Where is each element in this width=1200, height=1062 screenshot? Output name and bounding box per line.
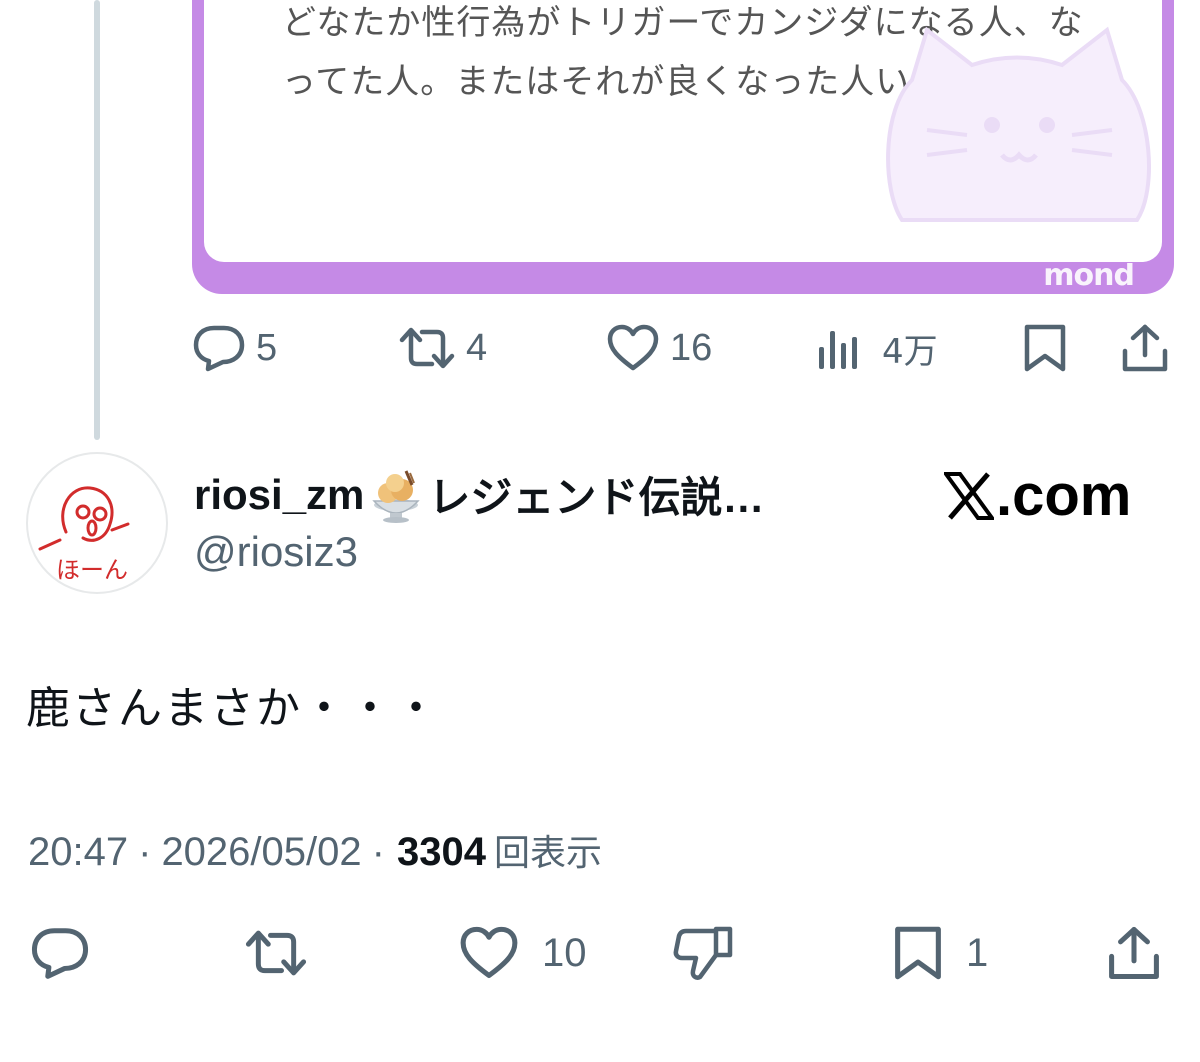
meta-separator: · — [138, 830, 152, 874]
like-button[interactable]: 16 — [606, 318, 712, 378]
reply-button[interactable]: 5 — [192, 318, 277, 378]
avatar-label: ほーん — [56, 556, 128, 584]
like-count: 16 — [670, 326, 713, 369]
bookmark-icon — [1024, 324, 1066, 372]
mond-brand-logo: mond — [1043, 263, 1134, 289]
share-icon — [1109, 926, 1159, 980]
bookmark-button[interactable]: 1 — [892, 920, 988, 986]
x-com-logo: .com — [944, 462, 1131, 529]
tweet-date[interactable]: 2026/05/02 — [161, 830, 361, 875]
views-button[interactable]: 4万 — [816, 318, 938, 378]
share-button[interactable] — [1106, 920, 1162, 986]
retweet-button[interactable] — [244, 920, 308, 986]
retweet-count: 4 — [466, 326, 488, 369]
site-label: .com — [996, 463, 1132, 528]
reply-icon — [193, 325, 245, 372]
share-button[interactable] — [1120, 318, 1170, 378]
bookmark-button[interactable] — [1022, 318, 1068, 378]
retweet-button[interactable]: 4 — [398, 318, 487, 378]
dislike-button[interactable] — [672, 920, 734, 986]
tweet-text: 鹿さんまさか・・・ — [26, 683, 440, 734]
retweet-icon — [399, 327, 455, 369]
bookmark-icon — [895, 926, 941, 980]
cat-face-icon — [886, 26, 1151, 222]
tweet-meta: 20:47 · 2026/05/02 · 3304 回表示 — [28, 824, 602, 876]
quoted-post-card[interactable]: どなたか性行為がトリガーでカンジダになる人、なってた人。またはそれが良くなった人… — [192, 0, 1174, 294]
author-display-name[interactable]: riosi_zm レジェンド伝説… — [194, 464, 764, 525]
tweet-views-count: 3304 — [396, 830, 486, 874]
author-name-suffix: レジェンド伝説… — [428, 474, 765, 521]
like-count: 10 — [542, 930, 587, 975]
heart-icon — [460, 926, 518, 979]
retweet-icon — [245, 930, 307, 976]
tweet-time[interactable]: 20:47 — [28, 830, 128, 875]
share-icon — [1122, 324, 1168, 372]
bookmark-count: 1 — [966, 930, 989, 975]
tweet-views-label: 回表示 — [493, 833, 602, 874]
reply-count: 5 — [256, 326, 278, 369]
x-logo-icon — [944, 471, 994, 520]
ice-cream-bowl-icon — [372, 469, 421, 523]
reply-icon — [31, 928, 89, 979]
tweet-actions: 10 1 — [0, 920, 1200, 986]
author-handle[interactable]: @riosiz3 — [194, 528, 358, 576]
quoted-post-actions: 5 4 16 4万 — [0, 318, 1200, 378]
author-name: riosi_zm — [194, 470, 365, 518]
thumbs-down-icon — [673, 926, 733, 980]
avatar[interactable]: ほーん — [26, 452, 168, 594]
analytics-icon — [819, 331, 857, 369]
like-button[interactable]: 10 — [458, 920, 587, 986]
meta-separator: · — [371, 830, 385, 874]
quoted-post-body: どなたか性行為がトリガーでカンジダになる人、なってた人。またはそれが良くなった人… — [204, 0, 1162, 262]
heart-icon — [607, 324, 659, 371]
reply-button[interactable] — [30, 920, 90, 986]
view-count: 4万 — [882, 331, 938, 372]
avatar-drawing-icon: ほーん — [38, 486, 130, 584]
